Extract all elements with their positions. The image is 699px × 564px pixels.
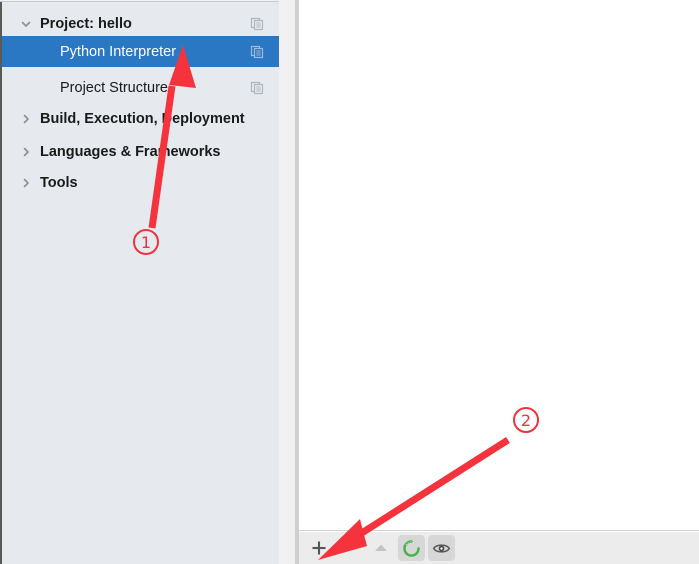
- interpreter-packages-panel: [299, 0, 699, 564]
- add-button[interactable]: [305, 535, 333, 561]
- remove-button[interactable]: [336, 535, 364, 561]
- sidebar-item-project-hello[interactable]: Project: hello: [2, 8, 279, 39]
- sidebar-item-label: Build, Execution, Deployment: [40, 110, 245, 127]
- sidebar-item-label: Project Structure: [60, 79, 168, 96]
- sidebar-item-label: Tools: [40, 174, 78, 191]
- triangle-up-icon: [375, 544, 387, 551]
- move-up-button[interactable]: [367, 535, 395, 561]
- chevron-down-icon[interactable]: [19, 17, 33, 31]
- sidebar-item-label: Project: hello: [40, 15, 132, 32]
- settings-window: Project: hello Python Interpreter Projec…: [0, 0, 699, 564]
- plus-icon: [312, 541, 326, 555]
- copy-icon[interactable]: [250, 45, 264, 59]
- chevron-right-icon[interactable]: [19, 145, 33, 159]
- chevron-right-icon[interactable]: [19, 112, 33, 126]
- copy-icon[interactable]: [250, 17, 264, 31]
- chevron-right-icon[interactable]: [19, 176, 33, 190]
- settings-sidebar: Project: hello Python Interpreter Projec…: [0, 2, 279, 564]
- sidebar-item-build-execution-deployment[interactable]: Build, Execution, Deployment: [2, 103, 279, 134]
- annotation-marker-2: 2: [513, 407, 539, 433]
- minus-icon: [344, 546, 356, 550]
- sidebar-panel-gap: [279, 0, 295, 564]
- sidebar-item-project-structure[interactable]: Project Structure: [2, 72, 279, 103]
- refresh-button[interactable]: [398, 535, 425, 561]
- copy-icon[interactable]: [250, 81, 264, 95]
- eye-icon: [432, 543, 451, 553]
- sidebar-item-label: Python Interpreter: [60, 43, 177, 60]
- packages-toolbar: [299, 532, 699, 564]
- annotation-marker-1: 1: [133, 229, 159, 255]
- sidebar-item-languages-frameworks[interactable]: Languages & Frameworks: [2, 136, 279, 167]
- sidebar-item-label: Languages & Frameworks: [40, 143, 221, 160]
- sidebar-item-tools[interactable]: Tools: [2, 167, 279, 198]
- sidebar-item-python-interpreter[interactable]: Python Interpreter: [2, 36, 279, 67]
- packages-list[interactable]: [299, 0, 699, 531]
- show-paths-button[interactable]: [428, 535, 455, 561]
- refresh-circle-icon: [403, 539, 420, 557]
